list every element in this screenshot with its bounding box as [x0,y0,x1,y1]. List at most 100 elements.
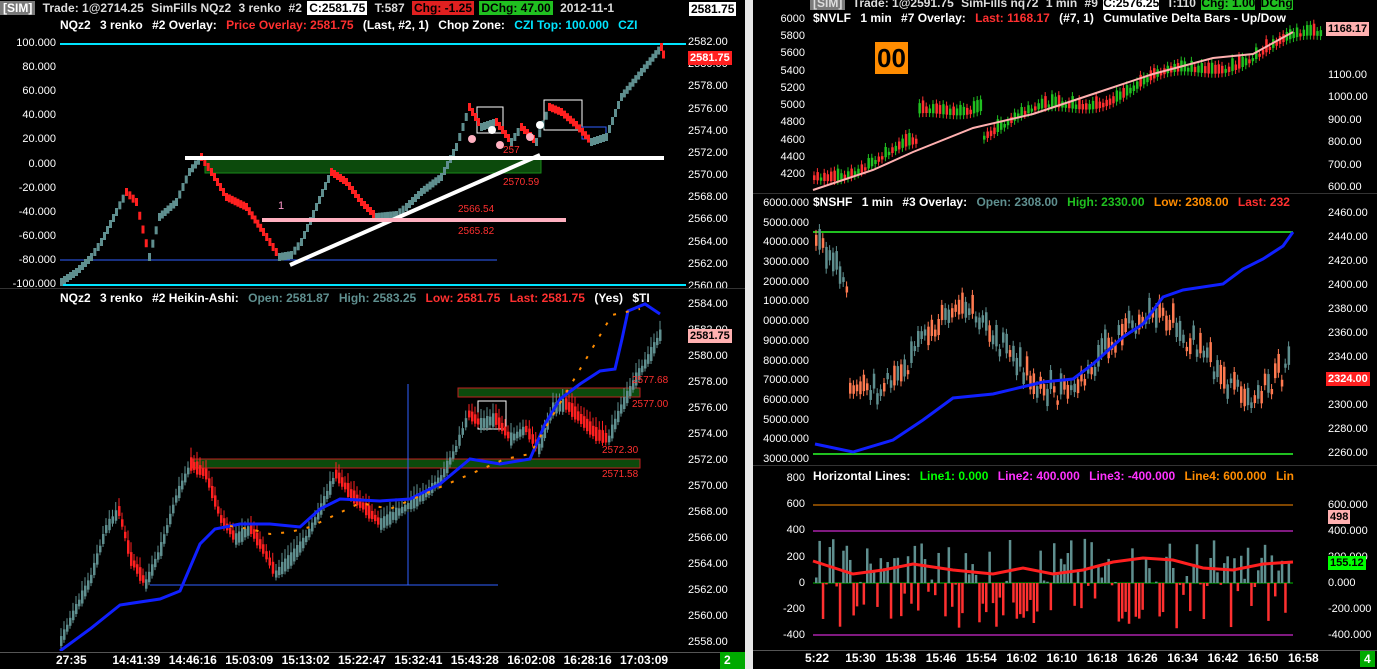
renko-brick [63,276,66,284]
p3-right-tick: 0.000 [1328,577,1356,589]
bottom-heikin-ashi-panel[interactable]: NQz2 3 renko #2 Heikin-Ashi: Open: 2581.… [0,288,745,651]
p2-candle [815,234,818,246]
p1-candle [877,156,881,162]
renko-brick [160,210,164,219]
p2-candle [1223,366,1226,389]
p2-blue-line [814,231,1295,454]
p3-delta-bar [991,583,995,604]
renko-brick [575,121,578,129]
p1-candle [1108,98,1112,105]
renko-brick [631,78,635,87]
ha-candle [659,329,662,341]
p1-candle [1299,33,1302,37]
ha-candle [268,557,271,566]
p2-candle [1056,400,1059,405]
ha-candle [568,402,571,412]
renko-brick [458,133,462,141]
ha-candle [329,481,332,495]
p2-candle [951,308,954,318]
renko-brick [306,224,309,232]
p2-candle [886,373,889,380]
renko-brick [141,225,145,234]
renko-brick [96,243,100,251]
p1-candle [942,104,945,115]
renko-brick [495,118,498,126]
p3-delta-bar [866,548,869,583]
p2-candle [1236,379,1240,387]
ha-candle [160,542,163,556]
bottom-right-tick: 2574.00 [688,428,728,440]
right-title-bar[interactable]: [SIM] Trade: 1@2591.75 SimFills nq72 1 m… [753,0,1377,10]
renko-dot [526,133,534,141]
renko-brick [151,239,155,248]
renko-brick [233,197,237,206]
p2-candle [968,308,971,315]
nvlf-panel[interactable]: $NVLF 1 min #7 Overlay: Last: 1168.17 (#… [753,10,1377,193]
horizontal-lines-panel[interactable]: Horizontal Lines: Line1: 0.000 Line2: 40… [753,465,1377,651]
p2-candle [1263,373,1267,386]
renko-brick [477,118,480,126]
p3-delta-bar [845,545,849,583]
renko-brick [121,194,125,203]
ha-candle [87,580,90,590]
top-renko-chop-panel[interactable]: NQz2 3 renko #2 Overlay: Price Overlay: … [0,17,745,288]
nshf-panel[interactable]: $NSHF 1 min #3 Overlay: Open: 2308.00 Hi… [753,193,1377,466]
p2-candle [1229,378,1233,384]
p1-right-tick: 1100.00 [1328,69,1367,81]
p1-candle [1261,49,1265,55]
left-time-label: 16:02:08 [507,653,556,667]
ha-candle [154,558,157,568]
left-title-bar[interactable]: [SIM] Trade: 1@2714.25 SimFills NQz2 3 r… [0,0,745,17]
p2-candle [1131,320,1134,328]
top-price-tag: 2581.75 [688,51,732,65]
ha-candle [293,548,296,562]
renko-brick [520,123,523,131]
p2-candle [1022,372,1025,384]
ha-candle [601,430,604,443]
ha-candle [108,518,111,531]
p3-delta-bar [1008,540,1012,583]
p2-candle [971,294,974,314]
right-chart-window[interactable]: [SIM] Trade: 1@2591.75 SimFills nq72 1 m… [753,0,1377,669]
p2-candle [896,366,900,381]
ha-candle [589,421,592,435]
p1-candle [887,151,891,156]
renko-brick [620,93,623,101]
renko-brick [560,108,563,116]
p2-candle [842,277,845,282]
right-time-label: 15:38 [885,651,917,665]
bottom-right-axis: 2584.002582.002580.002578.002576.002574.… [686,289,745,651]
p2-candle [849,382,852,394]
p1-candle [1319,30,1323,37]
p2-candle [1090,367,1093,375]
renko-brick [148,253,151,261]
p2-candle [954,304,957,312]
p2-candle [883,382,886,392]
p3-delta-bar [1002,583,1005,616]
left-time-label: 16:28:16 [563,653,612,667]
p2-candle [900,364,903,382]
renko-brick [321,189,324,197]
p2-candle [910,341,913,363]
ha-candle [238,531,241,543]
ha-candle [114,510,118,521]
ha-candle [374,514,377,522]
p1-candle [860,164,864,173]
renko-brick [75,268,78,276]
ha-candle [611,424,614,439]
renko-brick [69,272,72,280]
p2-right-tick: 2420.00 [1328,255,1368,267]
right-time-label: 16:58 [1288,651,1319,665]
p3-delta-bar [1053,543,1056,583]
p1-candle [1207,62,1210,74]
p1-candle [1102,102,1105,108]
ha-candle [474,414,477,424]
p2-candle [1168,319,1172,331]
left-time-axis[interactable]: 27:35 14:41:39 14:46:16 15:03:09 15:13:02 15:… [0,652,745,669]
window-divider[interactable] [745,0,753,669]
bottom-right-tick: 2568.00 [688,506,728,518]
right-time-axis[interactable]: 5:22 15:30 15:38 15:46 15:54 16:02 16:10 16:18 1… [753,650,1377,669]
left-chart-window[interactable]: [SIM] Trade: 1@2714.25 SimFills NQz2 3 r… [0,0,745,669]
renko-brick [103,232,106,240]
p3-delta-bar [1117,583,1121,622]
